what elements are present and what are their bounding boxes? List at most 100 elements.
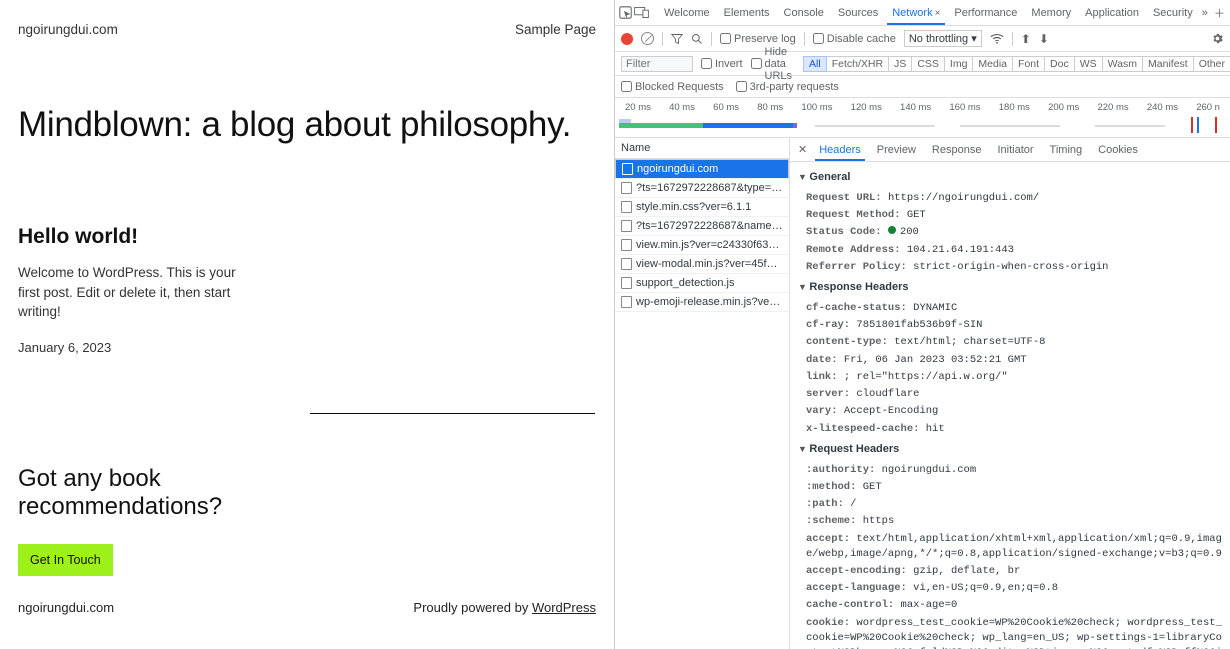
- filter-chip-font[interactable]: Font: [1012, 56, 1045, 72]
- timeline-tick: 60 ms: [713, 102, 739, 113]
- filter-chip-js[interactable]: JS: [888, 56, 912, 72]
- inspect-icon[interactable]: [619, 4, 632, 22]
- filter-chip-img[interactable]: Img: [944, 56, 974, 72]
- network-settings-gear-icon[interactable]: [1211, 32, 1224, 45]
- invert-checkbox[interactable]: Invert: [701, 58, 743, 70]
- close-detail-icon[interactable]: ✕: [794, 143, 811, 156]
- more-tabs-icon[interactable]: »: [1202, 7, 1208, 19]
- timeline-tick: 200 ms: [1048, 102, 1079, 113]
- section-general[interactable]: General: [790, 166, 1230, 190]
- response-header-row: content-type: text/html; charset=UTF-8: [790, 334, 1230, 351]
- wifi-icon[interactable]: [990, 33, 1004, 44]
- devtools-tab-performance[interactable]: Performance: [947, 2, 1024, 24]
- blocked-requests-checkbox[interactable]: Blocked Requests: [621, 81, 724, 93]
- devtools-tab-network[interactable]: Network×: [885, 2, 947, 24]
- new-tab-icon[interactable]: ＋: [1214, 5, 1225, 21]
- file-icon: [621, 277, 632, 289]
- filter-chip-other[interactable]: Other: [1193, 56, 1230, 72]
- request-row[interactable]: support_detection.js: [615, 274, 789, 293]
- devtools-tab-sources[interactable]: Sources: [831, 2, 885, 24]
- clear-icon[interactable]: [641, 32, 654, 45]
- network-filter-bar-2: Blocked Requests 3rd-party requests: [615, 76, 1230, 98]
- detail-tab-response[interactable]: Response: [924, 140, 990, 160]
- devtools-tab-application[interactable]: Application: [1078, 2, 1146, 24]
- devtools-tab-welcome[interactable]: Welcome: [657, 2, 717, 24]
- device-icon[interactable]: [634, 4, 649, 22]
- devtools-top-bar: WelcomeElementsConsoleSourcesNetwork×Per…: [615, 0, 1230, 26]
- post-body: Welcome to WordPress. This is your first…: [18, 263, 258, 322]
- nav-sample-page[interactable]: Sample Page: [515, 22, 596, 37]
- devtools-tab-memory[interactable]: Memory: [1024, 2, 1078, 24]
- section-response-headers[interactable]: Response Headers: [790, 276, 1230, 300]
- devtools-tab-security[interactable]: Security: [1146, 2, 1200, 24]
- general-request-url: Request URL: https://ngoirungdui.com/: [790, 190, 1230, 207]
- download-har-icon[interactable]: ⬇: [1039, 32, 1049, 46]
- response-header-row: vary: Accept-Encoding: [790, 403, 1230, 420]
- request-header-row: accept-language: vi,en-US;q=0.9,en;q=0.8: [790, 580, 1230, 597]
- record-icon[interactable]: [621, 33, 633, 45]
- detail-tab-preview[interactable]: Preview: [869, 140, 924, 160]
- chevron-down-icon: ▾: [971, 33, 977, 45]
- close-tab-icon[interactable]: ×: [935, 8, 941, 19]
- upload-har-icon[interactable]: ⬆: [1021, 32, 1031, 46]
- filter-chip-ws[interactable]: WS: [1074, 56, 1103, 72]
- file-icon: [621, 239, 632, 251]
- footer-domain[interactable]: ngoirungdui.com: [18, 600, 114, 615]
- filter-chip-doc[interactable]: Doc: [1044, 56, 1075, 72]
- filter-chip-css[interactable]: CSS: [911, 56, 945, 72]
- detail-tabs: ✕ HeadersPreviewResponseInitiatorTimingC…: [790, 138, 1230, 162]
- footer-credit: Proudly powered by WordPress: [413, 600, 596, 615]
- detail-tab-initiator[interactable]: Initiator: [989, 140, 1041, 160]
- devtools-tab-console[interactable]: Console: [777, 2, 831, 24]
- request-row[interactable]: view.min.js?ver=c24330f635f5cb9d5e0e: [615, 236, 789, 255]
- detail-tab-headers[interactable]: Headers: [811, 140, 869, 160]
- response-header-row: link: ; rel="https://api.w.org/": [790, 369, 1230, 386]
- request-name: ?ts=1672972228687&name=AdGuard%20Extr...: [636, 220, 783, 232]
- request-row[interactable]: ?ts=1672972228687&type=content-script&dm…: [615, 179, 789, 198]
- timeline-tick: 20 ms: [625, 102, 651, 113]
- timeline-tick: 240 ms: [1147, 102, 1178, 113]
- search-icon[interactable]: [691, 33, 703, 45]
- third-party-checkbox[interactable]: 3rd-party requests: [736, 81, 839, 93]
- preserve-log-checkbox[interactable]: Preserve log: [720, 33, 796, 45]
- response-header-row: server: cloudflare: [790, 386, 1230, 403]
- request-row[interactable]: view-modal.min.js?ver=45f05135277abf0b04…: [615, 255, 789, 274]
- filter-chip-media[interactable]: Media: [972, 56, 1013, 72]
- network-timeline[interactable]: 20 ms40 ms60 ms80 ms100 ms120 ms140 ms16…: [615, 98, 1230, 138]
- timeline-tick: 260 n: [1196, 102, 1220, 113]
- request-list-header[interactable]: Name: [615, 138, 789, 159]
- request-row[interactable]: style.min.css?ver=6.1.1: [615, 198, 789, 217]
- filter-chip-fetchxhr[interactable]: Fetch/XHR: [826, 56, 889, 72]
- request-row[interactable]: ngoirungdui.com: [615, 159, 789, 179]
- throttling-select[interactable]: No throttling ▾: [904, 30, 982, 47]
- filter-input[interactable]: [621, 56, 693, 72]
- request-header-row: accept-encoding: gzip, deflate, br: [790, 563, 1230, 580]
- general-remote: Remote Address: 104.21.64.191:443: [790, 242, 1230, 259]
- general-request-method: Request Method: GET: [790, 207, 1230, 224]
- file-icon: [621, 201, 632, 213]
- file-icon: [621, 182, 632, 194]
- post-title[interactable]: Hello world!: [18, 225, 258, 249]
- filter-chip-all[interactable]: All: [803, 56, 827, 72]
- devtools-tab-elements[interactable]: Elements: [717, 2, 777, 24]
- devtools-tabs: WelcomeElementsConsoleSourcesNetwork×Per…: [657, 2, 1200, 24]
- filter-funnel-icon[interactable]: [671, 33, 683, 45]
- filter-chip-wasm[interactable]: Wasm: [1102, 56, 1143, 72]
- filter-chip-manifest[interactable]: Manifest: [1142, 56, 1194, 72]
- status-ok-icon: [888, 226, 896, 234]
- timeline-tick: 40 ms: [669, 102, 695, 113]
- post-date: January 6, 2023: [18, 340, 258, 355]
- wordpress-link[interactable]: WordPress: [532, 600, 596, 615]
- cta-heading: Got any book recommendations?: [18, 465, 258, 523]
- divider: [310, 413, 595, 414]
- disable-cache-checkbox[interactable]: Disable cache: [813, 33, 896, 45]
- request-row[interactable]: ?ts=1672972228687&name=AdGuard%20Extr...: [615, 217, 789, 236]
- detail-tab-cookies[interactable]: Cookies: [1090, 140, 1146, 160]
- detail-tab-timing[interactable]: Timing: [1042, 140, 1091, 160]
- request-header-row: :authority: ngoirungdui.com: [790, 462, 1230, 479]
- section-request-headers[interactable]: Request Headers: [790, 438, 1230, 462]
- site-domain-link[interactable]: ngoirungdui.com: [18, 22, 118, 37]
- request-row[interactable]: wp-emoji-release.min.js?ver=6.1.1: [615, 293, 789, 312]
- network-toolbar: Preserve log Disable cache No throttling…: [615, 26, 1230, 52]
- get-in-touch-button[interactable]: Get In Touch: [18, 544, 113, 576]
